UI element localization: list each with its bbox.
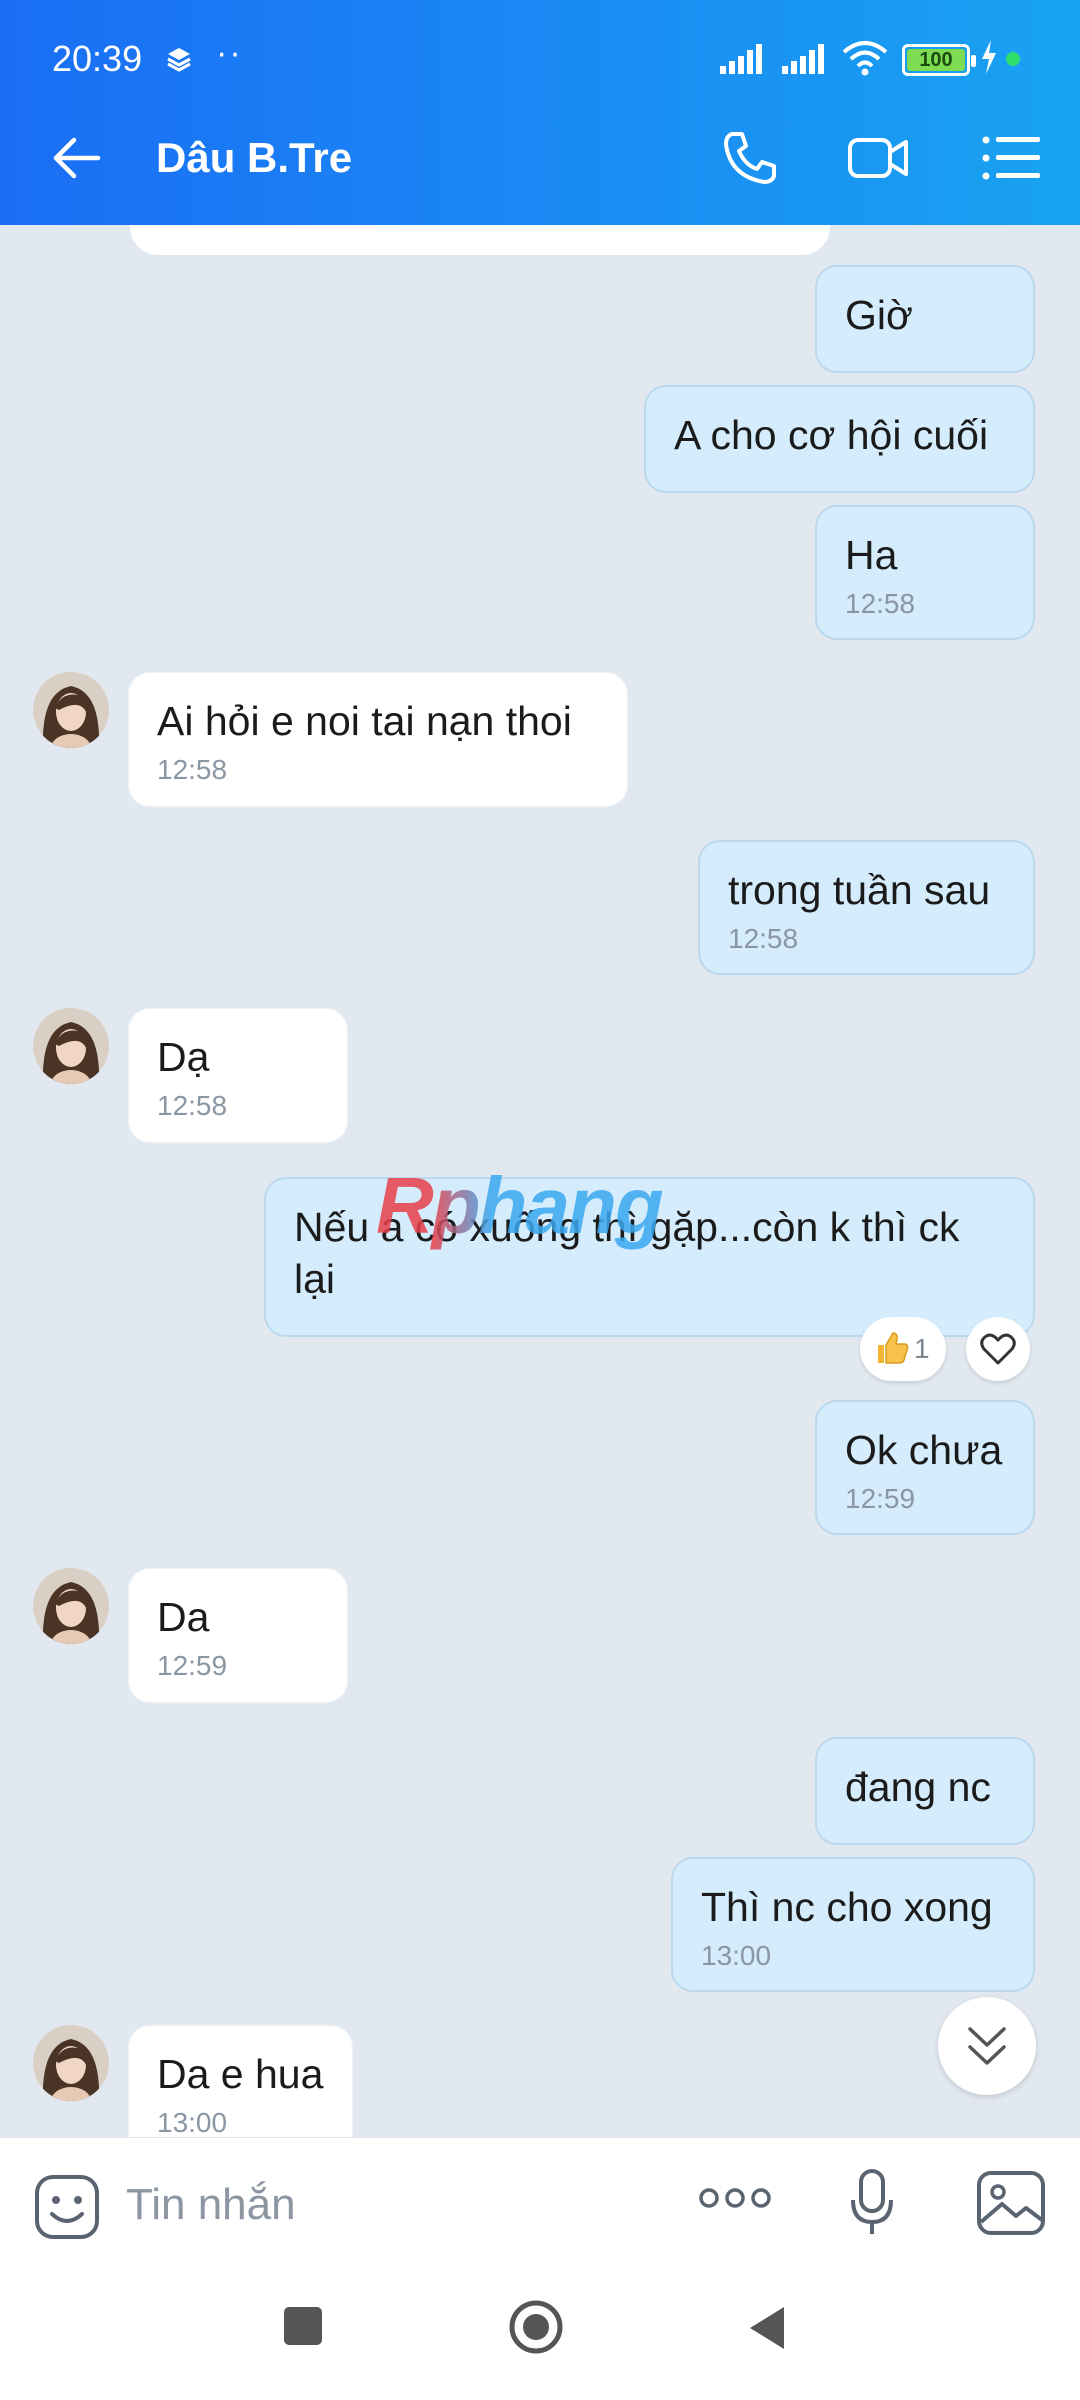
heart-reaction-button[interactable] [966,1317,1030,1381]
android-navigation-bar [0,2267,1080,2400]
previous-message-bubble[interactable] [130,225,830,255]
watermark-logo: Rphang [376,1161,664,1250]
message-input[interactable]: Tin nhắn [126,2180,296,2230]
sticker-emoji-icon[interactable] [34,2174,100,2240]
message-bubble-outgoing[interactable]: Thì nc cho xong 13:00 [671,1857,1035,1992]
message-bubble-outgoing[interactable]: Giờ [815,265,1035,373]
message-time: 12:58 [845,588,916,619]
message-time: 12:58 [728,923,799,954]
notification-dots: ·· [216,34,243,72]
home-icon[interactable] [508,2299,564,2355]
layers-icon [167,48,191,72]
video-camera-icon[interactable] [846,126,910,190]
list-menu-icon[interactable] [980,126,1044,190]
message-text: Thì nc cho xong [701,1884,993,1930]
signal-icon [720,44,762,74]
like-count: 1 [914,1333,930,1364]
avatar[interactable] [33,2025,109,2101]
double-chevron-down-icon [968,2027,1006,2065]
status-time: 20:39 [52,38,143,79]
message-bubble-outgoing[interactable]: trong tuần sau 12:58 [698,840,1035,975]
message-bubble-outgoing[interactable]: đang nc [815,1737,1035,1845]
status-bar: 20:39 ·· 100 [0,0,1080,90]
like-reaction[interactable]: 1 [860,1317,946,1381]
signal-icon-2 [782,44,824,74]
avatar[interactable] [33,1008,109,1084]
message-composer: Tin nhắn [0,2137,1080,2267]
wifi-icon [842,41,888,76]
message-time: 12:59 [845,1483,916,1514]
message-time: 13:00 [701,1940,772,1971]
message-time: 12:58 [157,754,228,785]
scroll-to-bottom-button[interactable] [938,1997,1036,2095]
more-dots-icon[interactable] [698,2186,772,2210]
chat-header: Dâu B.Tre [0,90,1080,225]
message-time: 12:59 [157,1650,228,1681]
battery-indicator: 100 [902,44,976,76]
message-text: Ha [845,532,898,578]
message-text: Dạ [157,1034,210,1080]
avatar[interactable] [33,672,109,748]
message-time: 12:58 [157,1090,228,1121]
message-bubble-incoming[interactable]: Ai hỏi e noi tai nạn thoi 12:58 [128,672,628,807]
back-triangle-icon[interactable] [746,2305,788,2351]
message-text: Da [157,1594,210,1640]
message-text: trong tuần sau [728,867,991,913]
message-text: đang nc [845,1764,991,1810]
avatar[interactable] [33,1568,109,1644]
message-bubble-incoming[interactable]: Da e hua 13:00 [128,2025,353,2137]
microphone-icon[interactable] [848,2168,896,2238]
message-bubble-outgoing[interactable]: A cho cơ hội cuối [644,385,1035,493]
message-time: 13:00 [157,2107,228,2137]
image-gallery-icon[interactable] [976,2170,1046,2236]
heart-icon [980,1333,1016,1365]
message-text: Ai hỏi e noi tai nạn thoi [157,698,572,744]
thumbs-up-icon [878,1332,909,1364]
top-bar: 20:39 ·· 100 Dâu B.Tre [0,0,1080,225]
battery-percent: 100 [919,49,953,71]
message-bubble-outgoing[interactable]: Ok chưa 12:59 [815,1400,1035,1535]
message-bubble-incoming[interactable]: Dạ 12:58 [128,1008,348,1143]
message-list[interactable]: Giờ A cho cơ hội cuối Ha 12:58 Ai hỏi e … [0,225,1080,2137]
message-text: Giờ [845,292,913,338]
message-text: A cho cơ hội cuối [674,412,989,458]
contact-name[interactable]: Dâu B.Tre [156,134,352,182]
message-bubble-outgoing[interactable]: Ha 12:58 [815,505,1035,640]
camera-indicator-dot [1006,52,1020,66]
charging-icon [982,40,996,74]
recent-apps-icon[interactable] [282,2305,324,2347]
message-bubble-incoming[interactable]: Da 12:59 [128,1568,348,1703]
phone-icon[interactable] [718,126,782,190]
message-text: Da e hua [157,2051,324,2097]
message-text: Ok chưa [845,1427,1003,1473]
back-arrow-icon[interactable] [48,130,104,186]
